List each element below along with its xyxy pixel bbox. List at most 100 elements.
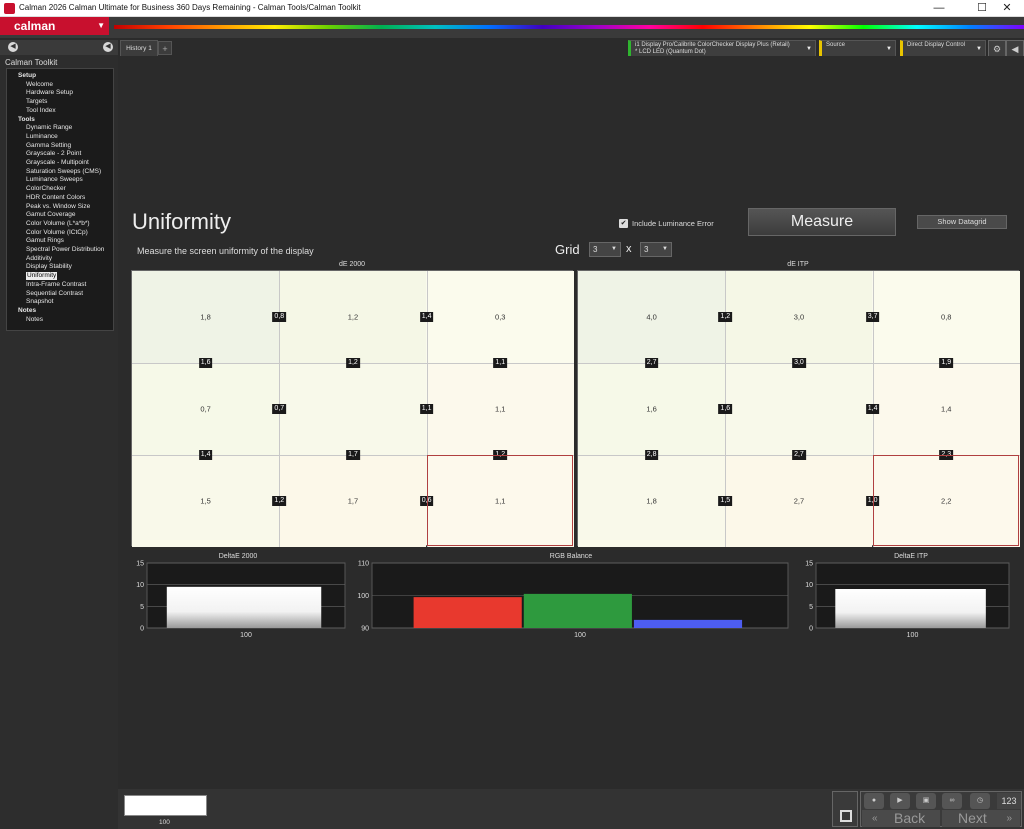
tree-item-colorchecker[interactable]: ColorChecker	[26, 185, 66, 193]
display-label: Direct Display Control	[907, 42, 966, 48]
chevron-down-icon: ▼	[806, 46, 812, 52]
chevron-down-icon: ▼	[611, 246, 617, 252]
tree-item-peak-vs-window-size[interactable]: Peak vs. Window Size	[26, 203, 90, 211]
cell-value: 1,1	[495, 404, 506, 414]
chart-title-rgb: RGB Balance	[549, 553, 593, 560]
timer-icon[interactable]: ◷	[970, 793, 990, 809]
back-circle-icon[interactable]: ◀	[8, 42, 18, 52]
app-logo-icon	[4, 3, 15, 14]
tree-item-targets[interactable]: Targets	[26, 98, 47, 106]
grid-x-label: x	[626, 243, 632, 255]
boundary-delta-badge: 1,4	[419, 312, 434, 322]
link-icon[interactable]: ∞	[942, 793, 962, 809]
boundary-delta-badge: 1,5	[718, 496, 733, 506]
boundary-delta-badge: 1,2	[346, 358, 360, 368]
tree-group-setup[interactable]: Setup	[18, 72, 36, 80]
grid-columns-select[interactable]: 3 ▼	[589, 242, 621, 257]
tree-item-color-volume-l-a-b-[interactable]: Color Volume (L*a*b*)	[26, 220, 90, 228]
stop-icon[interactable]	[840, 810, 852, 822]
collapse-icon[interactable]: ◀	[103, 42, 113, 52]
meter-line2: * LCD LED (Quantum Dot)	[635, 49, 706, 55]
add-tab-button[interactable]: +	[158, 41, 172, 55]
meter-line1: i1 Display Pro/Calibrite ColorChecker Di…	[635, 42, 790, 48]
boundary-delta-badge: 1,6	[198, 358, 213, 368]
cell-value: 3,0	[793, 312, 805, 322]
cell-value: 1,8	[646, 496, 657, 506]
tree-item-spectral-power-distribution[interactable]: Spectral Power Distribution	[26, 246, 104, 254]
grid-columns-value: 3	[593, 245, 598, 254]
cell-value: 1,4	[941, 404, 952, 414]
include-luminance-checkbox[interactable]: ✔	[619, 219, 628, 228]
uniformity-cell	[279, 363, 427, 455]
minimize-button[interactable]: —	[922, 0, 956, 17]
chevron-down-icon: ▼	[976, 46, 982, 52]
record-icon[interactable]: ●	[864, 793, 884, 809]
tab-history-1[interactable]: History 1	[120, 40, 158, 56]
cell-value: 1,5	[200, 496, 211, 506]
cell-value: 0,3	[495, 312, 506, 322]
tree-item-snapshot[interactable]: Snapshot	[26, 298, 53, 306]
chevron-down-icon: ▼	[886, 46, 892, 52]
tree-item-luminance-sweeps[interactable]: Luminance Sweeps	[26, 176, 83, 184]
tree-item-uniformity[interactable]: Uniformity	[26, 272, 58, 281]
page-title: Uniformity	[132, 209, 232, 234]
tree-group-notes[interactable]: Notes	[18, 307, 36, 315]
tree-item-intra-frame-contrast[interactable]: Intra-Frame Contrast	[26, 281, 86, 289]
tree-item-gamut-rings[interactable]: Gamut Rings	[26, 237, 64, 245]
window-title: Calman 2026 Calman Ultimate for Business…	[19, 3, 361, 12]
source-label: Source	[826, 42, 846, 48]
boundary-delta-badge: 3,0	[792, 358, 806, 368]
tree-group-tools[interactable]: Tools	[18, 116, 35, 124]
brand-menu-button[interactable]: calman ▼	[0, 17, 109, 35]
snapshot-thumbnail[interactable]	[124, 795, 207, 816]
tree-item-hdr-content-colors[interactable]: HDR Content Colors	[26, 194, 85, 202]
cell-value: 0,8	[941, 312, 952, 322]
boundary-delta-badge: 1,4	[198, 450, 213, 460]
boundary-delta-badge: 3,7	[865, 312, 880, 322]
boundary-delta-badge: 1,2	[272, 496, 287, 506]
measure-button[interactable]: Measure	[748, 208, 896, 236]
tree-item-hardware-setup[interactable]: Hardware Setup	[26, 89, 73, 97]
cell-value: 0,7	[200, 404, 211, 414]
show-datagrid-button[interactable]: Show Datagrid	[917, 215, 1007, 229]
page-subtitle: Measure the screen uniformity of the dis…	[137, 246, 314, 256]
grid-rows-value: 3	[644, 245, 649, 254]
tree-item-tool-index[interactable]: Tool Index	[26, 107, 56, 115]
sidebar-toolbar: ◀ ◀	[0, 40, 118, 55]
boundary-delta-badge: 0,8	[272, 312, 287, 322]
tree-item-gamut-coverage[interactable]: Gamut Coverage	[26, 211, 76, 219]
play-icon[interactable]: ▶	[890, 793, 910, 809]
tree-item-notes[interactable]: Notes	[26, 316, 43, 324]
back-button[interactable]: « Back	[862, 810, 940, 827]
tree-item-sequential-contrast[interactable]: Sequential Contrast	[26, 290, 83, 298]
tree-item-saturation-sweeps-cms-[interactable]: Saturation Sweeps (CMS)	[26, 168, 101, 176]
tree-item-grayscale-multipoint[interactable]: Grayscale - Multipoint	[26, 159, 89, 167]
boundary-delta-badge: 1,7	[346, 450, 360, 460]
tree-item-dynamic-range[interactable]: Dynamic Range	[26, 124, 72, 132]
include-luminance-label: Include Luminance Error	[632, 219, 714, 228]
tree-item-luminance[interactable]: Luminance	[26, 133, 58, 141]
uniformity-panel-de2000: 1,8 1,2 0,3 0,7 1,1 1,5 1,7 1,1 0,8 1,4 0,7 1,1 1,2 0…	[131, 270, 574, 547]
stop-panel	[832, 791, 858, 827]
tree-item-gamma-setting[interactable]: Gamma Setting	[26, 142, 71, 150]
cell-value: 1,8	[200, 312, 211, 322]
tree-item-display-stability[interactable]: Display Stability	[26, 263, 72, 271]
back-arrow-icon: «	[872, 813, 878, 824]
thumbnail-label: 100	[159, 819, 170, 826]
tree-item-grayscale-2-point[interactable]: Grayscale - 2 Point	[26, 150, 81, 158]
panel-title-de2000: dE 2000	[338, 261, 366, 268]
save-icon[interactable]: ▣	[916, 793, 936, 809]
boundary-delta-badge: 2,7	[644, 358, 659, 368]
cell-value: 1,6	[646, 404, 657, 414]
boundary-delta-badge: 1,9	[939, 358, 954, 368]
tree-item-additivity[interactable]: Additivity	[26, 255, 52, 263]
title-bar: Calman 2026 Calman Ultimate for Business…	[0, 0, 1024, 17]
cell-value: 1,2	[347, 312, 359, 322]
tree-item-welcome[interactable]: Welcome	[26, 81, 53, 89]
brand-label: calman	[14, 19, 56, 33]
boundary-delta-badge: 2,8	[644, 450, 659, 460]
next-button[interactable]: Next »	[942, 810, 1020, 827]
tree-item-color-volume-ictcp-[interactable]: Color Volume (ICtCp)	[26, 229, 88, 237]
grid-rows-select[interactable]: 3 ▼	[640, 242, 672, 257]
close-button[interactable]: ✕	[990, 0, 1024, 17]
